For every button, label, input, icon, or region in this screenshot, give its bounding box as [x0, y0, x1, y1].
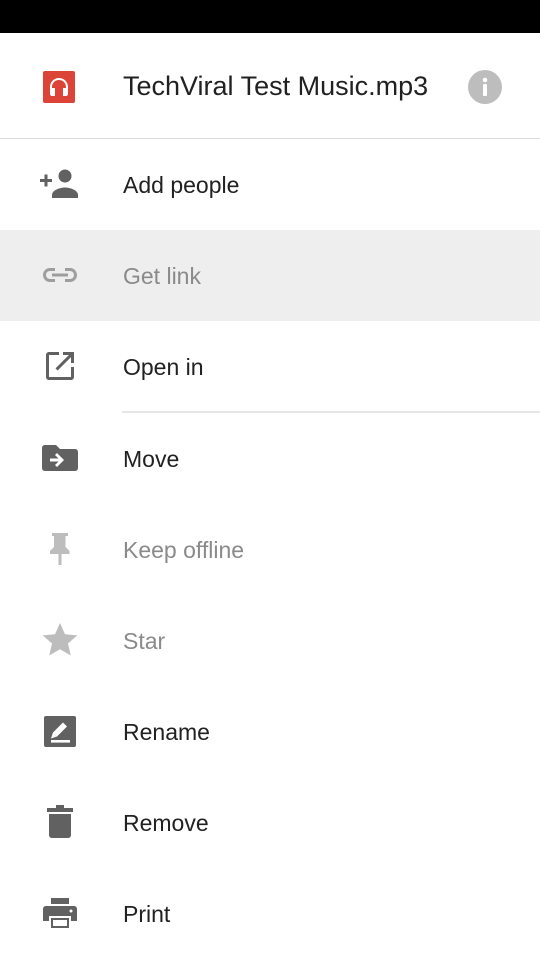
menu-item-label: Print — [123, 901, 171, 927]
menu-item-label: Move — [123, 446, 180, 472]
open-in-new-icon — [38, 344, 82, 388]
menu-item-label: Star — [123, 628, 166, 654]
menu-item-rename[interactable]: Rename — [0, 686, 540, 777]
sheet-header: TechViral Test Music.mp3 — [0, 33, 540, 139]
trash-icon — [38, 800, 82, 844]
file-actions-sheet: TechViral Test Music.mp3 Add people Get … — [0, 33, 540, 960]
rename-icon — [38, 709, 82, 753]
add-person-icon — [38, 162, 82, 206]
menu-item-label: Keep offline — [123, 537, 245, 563]
pin-icon — [38, 527, 82, 571]
menu-item-star[interactable]: Star — [0, 595, 540, 686]
audio-headphones-icon — [43, 71, 75, 103]
menu-item-label: Open in — [123, 354, 204, 380]
menu-item-label: Rename — [123, 719, 210, 745]
file-title: TechViral Test Music.mp3 — [123, 71, 429, 101]
link-icon — [38, 253, 82, 297]
status-bar — [0, 0, 540, 33]
menu-item-add-people[interactable]: Add people — [0, 139, 540, 230]
menu-item-keep-offline[interactable]: Keep offline — [0, 504, 540, 595]
menu-item-move[interactable]: Move — [0, 413, 540, 504]
printer-icon — [38, 891, 82, 935]
menu-item-label: Add people — [123, 172, 240, 198]
move-to-folder-icon — [38, 436, 82, 480]
menu-item-remove[interactable]: Remove — [0, 777, 540, 868]
menu-item-get-link[interactable]: Get link — [0, 230, 540, 321]
info-icon[interactable] — [468, 70, 502, 104]
menu-item-label: Get link — [123, 263, 201, 289]
menu-item-open-in[interactable]: Open in — [0, 321, 540, 412]
menu-item-label: Remove — [123, 810, 209, 836]
star-icon — [38, 618, 82, 662]
menu-item-print[interactable]: Print — [0, 868, 540, 959]
